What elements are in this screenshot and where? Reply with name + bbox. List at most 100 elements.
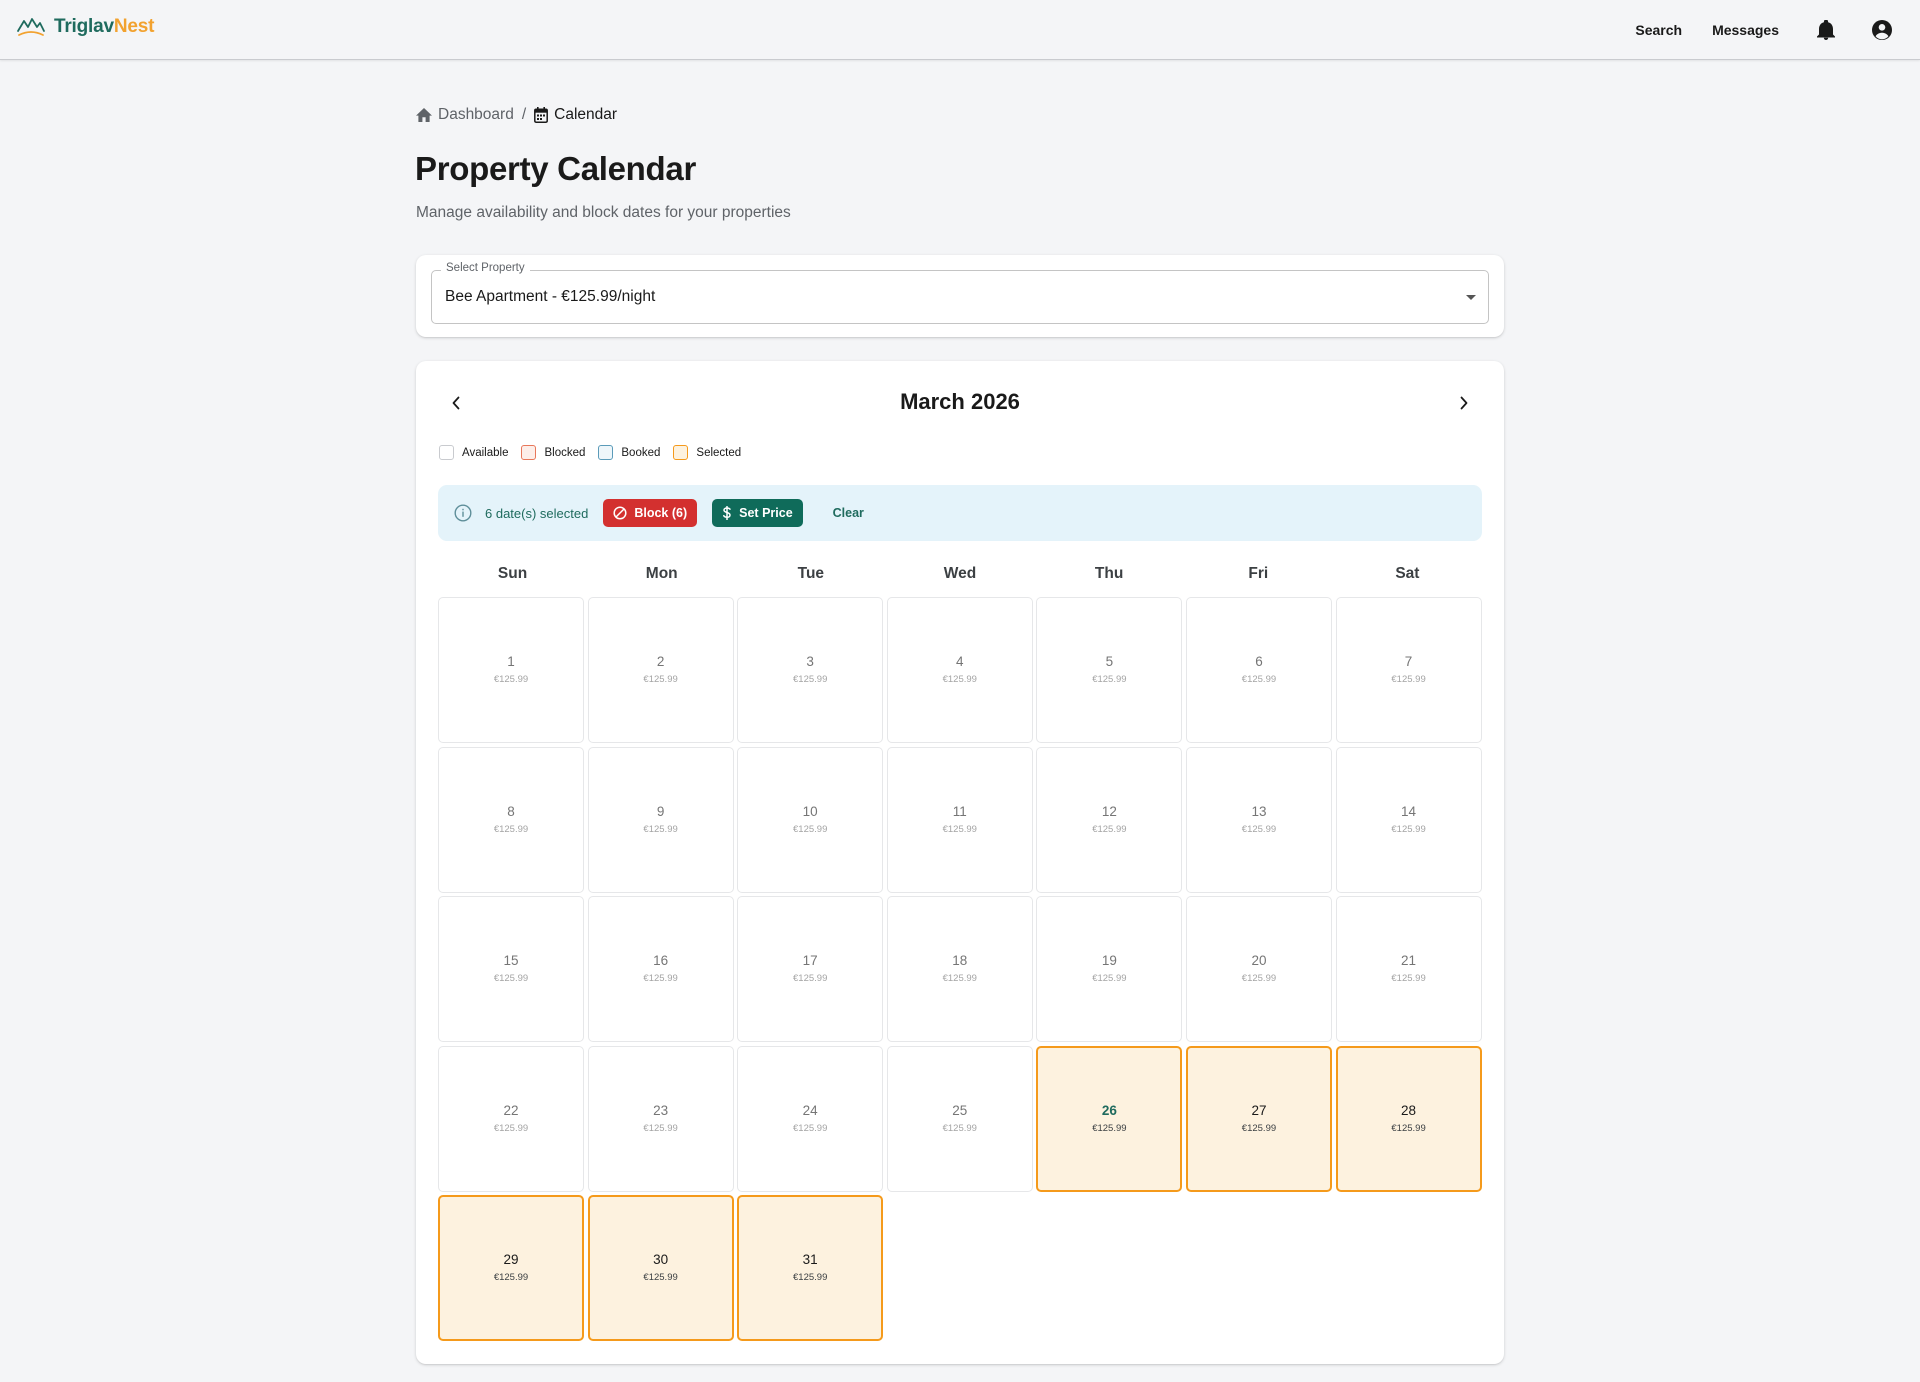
- top-app-bar: TriglavNest Search Messages: [0, 0, 1920, 60]
- calendar-day-6[interactable]: 6 €125.99: [1185, 597, 1332, 743]
- mountain-logo-icon: [17, 18, 45, 36]
- logo[interactable]: TriglavNest: [16, 16, 154, 38]
- block-dates-label: Block (6): [634, 506, 688, 520]
- calendar-day-23[interactable]: 23 €125.99: [587, 1045, 734, 1192]
- day-number: 1: [507, 654, 515, 669]
- weekday-thu: Thu: [1094, 565, 1124, 582]
- calendar-day-13[interactable]: 13 €125.99: [1185, 746, 1332, 893]
- day-number: 23: [653, 1102, 669, 1118]
- day-price: €125.99: [1391, 823, 1426, 835]
- day-price: €125.99: [1241, 1122, 1277, 1134]
- day-price: €125.99: [942, 973, 977, 985]
- logo-text-part1: Triglav: [54, 16, 114, 37]
- day-price: €125.99: [793, 1272, 828, 1284]
- day-number: 15: [503, 953, 519, 969]
- calendar-day-1[interactable]: 1 €125.99: [438, 597, 584, 743]
- weekday-fri: Fri: [1248, 565, 1269, 582]
- day-price: €125.99: [1092, 1122, 1127, 1134]
- info-icon: [454, 504, 472, 522]
- calendar-day-26[interactable]: 26 €125.99: [1036, 1045, 1183, 1192]
- day-number: 31: [802, 1252, 818, 1268]
- bell-icon: [1817, 20, 1835, 40]
- day-price: €125.99: [1092, 674, 1127, 685]
- account-button[interactable]: [1858, 8, 1906, 52]
- calendar-day-20[interactable]: 20 €125.99: [1185, 896, 1332, 1043]
- calendar-day-18[interactable]: 18 €125.99: [886, 896, 1033, 1043]
- calendar-day-4[interactable]: 4 €125.99: [886, 597, 1033, 743]
- calendar-day-14[interactable]: 14 €125.99: [1335, 746, 1482, 893]
- day-price: €125.99: [493, 674, 529, 685]
- day-price: €125.99: [793, 973, 828, 985]
- next-month-button[interactable]: [1450, 389, 1478, 417]
- day-number: 17: [802, 953, 818, 969]
- notifications-button[interactable]: [1802, 8, 1850, 52]
- day-price: €125.99: [1241, 823, 1277, 835]
- calendar-day-29[interactable]: 29 €125.99: [438, 1195, 584, 1342]
- day-price: €125.99: [1241, 973, 1277, 985]
- weekday-tue: Tue: [797, 565, 825, 582]
- calendar-legend: Available Blocked Booked Selected: [439, 445, 754, 460]
- day-price: €125.99: [1391, 973, 1426, 985]
- calendar-day-5[interactable]: 5 €125.99: [1036, 597, 1183, 743]
- day-number: 24: [802, 1102, 818, 1118]
- day-price: €125.99: [643, 823, 678, 835]
- calendar-day-22[interactable]: 22 €125.99: [438, 1045, 584, 1192]
- set-price-button[interactable]: Set Price: [712, 499, 803, 527]
- day-price: €125.99: [643, 674, 678, 685]
- legend-blocked-swatch: [521, 445, 537, 460]
- calendar-day-7[interactable]: 7 €125.99: [1335, 597, 1482, 743]
- nav-messages-link[interactable]: Messages: [1697, 22, 1794, 38]
- calendar-day-28[interactable]: 28 €125.99: [1335, 1045, 1482, 1192]
- day-number: 25: [952, 1102, 968, 1118]
- day-price: €125.99: [643, 1272, 678, 1284]
- day-number: 4: [956, 654, 964, 669]
- calendar-day-10[interactable]: 10 €125.99: [737, 746, 884, 893]
- day-number: 21: [1401, 953, 1417, 969]
- calendar-day-12[interactable]: 12 €125.99: [1036, 746, 1183, 893]
- calendar-day-16[interactable]: 16 €125.99: [587, 896, 734, 1043]
- legend-booked: Booked: [598, 445, 660, 460]
- calendar-day-21[interactable]: 21 €125.99: [1335, 896, 1482, 1043]
- calendar-day-11[interactable]: 11 €125.99: [886, 746, 1033, 893]
- calendar-day-31[interactable]: 31 €125.99: [737, 1195, 884, 1342]
- nav-search-link[interactable]: Search: [1620, 22, 1697, 38]
- account-circle-icon: [1872, 20, 1892, 40]
- day-price: €125.99: [793, 823, 828, 835]
- day-number: 22: [503, 1102, 519, 1118]
- selection-count-text: 6 date(s) selected: [485, 505, 589, 521]
- legend-booked-label: Booked: [621, 446, 661, 459]
- calendar-day-2[interactable]: 2 €125.99: [587, 597, 734, 743]
- calendar-day-8[interactable]: 8 €125.99: [438, 746, 584, 893]
- day-number: 26: [1101, 1102, 1117, 1118]
- selection-bar: 6 date(s) selected Block (6) Set Price C…: [438, 485, 1482, 541]
- calendar-icon: [534, 107, 549, 123]
- calendar-day-3[interactable]: 3 €125.99: [737, 597, 884, 743]
- block-dates-button[interactable]: Block (6): [603, 499, 698, 527]
- property-select[interactable]: Select Property Bee Apartment - €125.99/…: [431, 262, 1489, 324]
- calendar-day-24[interactable]: 24 €125.99: [737, 1045, 884, 1192]
- breadcrumb-dashboard[interactable]: Dashboard: [416, 106, 514, 124]
- day-price: €125.99: [942, 674, 977, 685]
- legend-booked-swatch: [598, 445, 614, 460]
- calendar-day-30[interactable]: 30 €125.99: [587, 1195, 734, 1342]
- day-number: 11: [952, 803, 967, 819]
- legend-available: Available: [439, 445, 508, 460]
- calendar-day-17[interactable]: 17 €125.99: [737, 896, 884, 1043]
- breadcrumb-separator: /: [521, 106, 527, 123]
- day-number: 6: [1255, 654, 1263, 669]
- calendar-day-9[interactable]: 9 €125.99: [587, 746, 734, 893]
- calendar-card: March 2026 Available Blocked Booked Sele…: [416, 361, 1504, 1364]
- logo-text-part2: Nest: [113, 16, 155, 37]
- legend-selected-label: Selected: [696, 446, 742, 459]
- calendar-day-19[interactable]: 19 €125.99: [1036, 896, 1183, 1043]
- top-nav: Search Messages: [1620, 0, 1906, 60]
- day-price: €125.99: [643, 973, 678, 985]
- legend-selected-swatch: [673, 445, 689, 460]
- legend-available-swatch: [439, 445, 454, 460]
- day-price: €125.99: [793, 674, 828, 685]
- calendar-day-27[interactable]: 27 €125.99: [1185, 1045, 1332, 1192]
- clear-selection-button[interactable]: Clear: [825, 502, 872, 524]
- calendar-day-25[interactable]: 25 €125.99: [886, 1045, 1033, 1192]
- calendar-day-15[interactable]: 15 €125.99: [438, 896, 584, 1043]
- day-number: 20: [1251, 953, 1267, 969]
